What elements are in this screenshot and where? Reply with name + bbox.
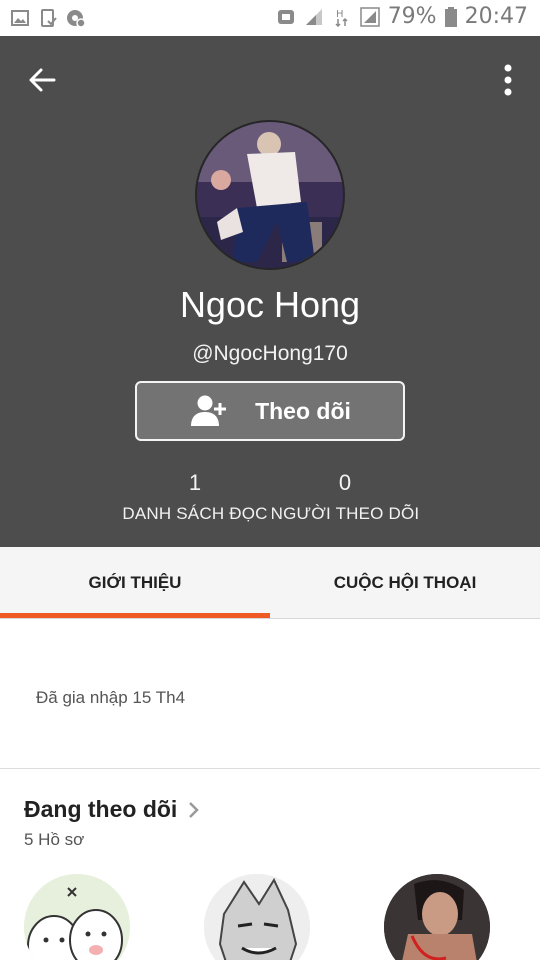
joined-date: Đã gia nhập 15 Th4 (36, 688, 186, 707)
active-tab-indicator (0, 613, 270, 618)
profile-header: Ngoc Hong @NgocHong170 Theo dõi 1 DANH S… (0, 36, 540, 547)
status-bar: H 79% 20:47 (0, 0, 540, 36)
settings-badge-icon (67, 10, 86, 28)
stat-reading-lists-label: DANH SÁCH ĐỌC (122, 504, 268, 523)
battery-icon (444, 6, 457, 27)
following-avatar-2[interactable] (204, 874, 310, 960)
following-count: 5 Hồ sơ (24, 830, 85, 849)
tab-conversations[interactable]: CUỘC HỘI THOẠI (270, 547, 540, 619)
clock: 20:47 (464, 4, 528, 29)
section-divider (0, 768, 540, 769)
following-title: Đang theo dõi (24, 796, 178, 822)
tab-about[interactable]: GIỚI THIỆU (0, 547, 270, 619)
stat-reading-lists-value: 1 (188, 470, 202, 495)
svg-text:H: H (336, 9, 344, 20)
battery-percent: 79% (387, 4, 437, 29)
add-user-icon (191, 395, 227, 426)
hplus-icon: H (335, 9, 348, 27)
stat-followers-label: NGƯỜI THEO DÕI (270, 504, 420, 523)
avatar-image (24, 874, 130, 960)
avatar-image (197, 122, 343, 268)
phone-check-icon (41, 9, 57, 27)
avatar-image (204, 874, 310, 960)
more-vertical-icon[interactable] (502, 64, 514, 96)
stat-followers[interactable]: 0 NGƯỜI THEO DÕI (270, 470, 420, 524)
stat-followers-value: 0 (338, 470, 352, 495)
signal-icon (305, 8, 322, 25)
profile-avatar[interactable] (195, 120, 345, 270)
following-avatar-3[interactable] (384, 874, 490, 960)
profile-tabs: GIỚI THIỆU CUỘC HỘI THOẠI (0, 547, 540, 619)
image-icon (11, 10, 29, 26)
following-section-header[interactable]: Đang theo dõi (24, 796, 201, 823)
follow-button-label: Theo dõi (255, 397, 351, 424)
sync-icon (277, 9, 294, 24)
chevron-right-icon (189, 801, 200, 818)
avatar-image (384, 874, 490, 960)
signal-boxed-icon (359, 6, 380, 27)
status-notification-icons (10, 8, 86, 28)
stat-reading-lists[interactable]: 1 DANH SÁCH ĐỌC (120, 470, 270, 524)
arrow-left-icon[interactable] (26, 64, 58, 96)
follow-button[interactable]: Theo dõi (135, 381, 405, 441)
status-system-icons: H 79% 20:47 (276, 4, 528, 29)
profile-name: Ngoc Hong (179, 284, 361, 325)
profile-handle: @NgocHong170 (192, 342, 348, 365)
following-avatar-1[interactable] (24, 874, 130, 960)
